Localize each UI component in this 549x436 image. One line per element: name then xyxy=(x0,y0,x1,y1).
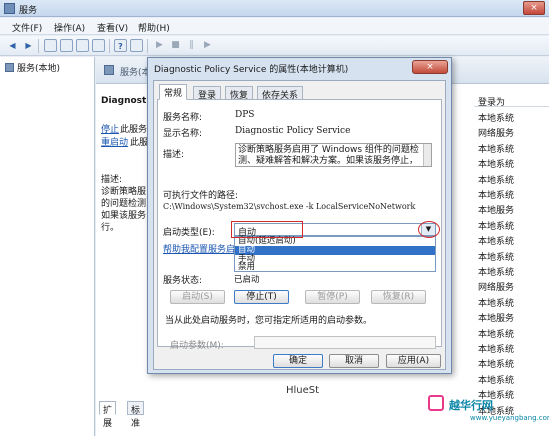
back-icon[interactable]: ◀ xyxy=(6,39,19,52)
tab-logon[interactable]: 登录 xyxy=(193,86,222,101)
description-textbox[interactable]: 诊断策略服务启用了 Windows 组件的问题检测、疑难解答和解决方案。如果该服… xyxy=(235,143,432,167)
menu-help[interactable]: 帮助(H) xyxy=(138,21,170,34)
column-header-logon-as[interactable]: 登录为 xyxy=(474,95,549,108)
tab-dependencies[interactable]: 依存关系 xyxy=(257,86,304,101)
restart-service-link[interactable]: 重启动 xyxy=(101,135,128,148)
logon-as-cell: 本地系统 xyxy=(478,375,515,386)
watermark-logo xyxy=(380,385,420,425)
logon-as-cell: 本地系统 xyxy=(478,237,515,248)
startup-type-dropdown: 自动(延迟启动) 自动 手动 禁用 xyxy=(234,236,436,272)
executable-path-value: C:\Windows\System32\svchost.exe -k Local… xyxy=(163,202,416,211)
watermark-text: HlueSt xyxy=(286,385,320,396)
watermark-url: www.yueyangbang.com xyxy=(470,414,549,422)
startup-params-hint: 当从此处启动服务时，您可指定所适用的启动参数。 xyxy=(165,316,373,326)
logon-as-cell: 网络服务 xyxy=(478,129,515,140)
services-icon xyxy=(5,63,14,72)
executable-path-label: 可执行文件的路径: xyxy=(163,191,239,201)
description-text: 诊断策略服务启用了 Windows 组件的问题检测、疑难解答和解决方案。如果该服… xyxy=(238,145,419,166)
startup-params-label: 启动参数(M): xyxy=(170,341,224,351)
description-line: 行。 xyxy=(101,223,120,233)
logon-as-cell: 本地系统 xyxy=(478,360,515,371)
logon-as-cell: 本地系统 xyxy=(478,345,515,355)
startup-option[interactable]: 禁用 xyxy=(235,263,435,272)
help-icon[interactable]: ? xyxy=(114,39,127,52)
logon-as-cell: 本地系统 xyxy=(478,298,515,309)
properties-icon[interactable] xyxy=(60,39,73,52)
logon-as-cell: 本地系统 xyxy=(478,268,515,278)
logon-as-cell: 本地系统 xyxy=(478,175,515,186)
pause-button[interactable]: 暂停(P) xyxy=(305,290,360,304)
description-label: 描述: xyxy=(163,150,185,160)
resume-button[interactable]: 恢复(R) xyxy=(371,290,426,304)
apply-button[interactable]: 应用(A) xyxy=(386,354,441,368)
toolbar-separator xyxy=(38,39,39,53)
stop-button[interactable]: 停止(T) xyxy=(234,290,289,304)
tab-recovery[interactable]: 恢复 xyxy=(225,86,254,101)
help-configure-startup-link[interactable]: 帮助我配置服务启动 xyxy=(163,242,244,255)
logon-as-cell: 本地系统 xyxy=(478,191,515,201)
menu-view[interactable]: 查看(V) xyxy=(97,21,128,34)
startup-option[interactable]: 自动(延迟启动) xyxy=(235,237,435,246)
toolbar: ◀ ▶ ? ▶ ■ ‖ ▶ xyxy=(0,36,549,56)
service-name-value: DPS xyxy=(235,110,255,120)
watermark-brand: 越华行网 xyxy=(449,399,493,412)
menu-bar: 文件(F) 操作(A) 查看(V) 帮助(H) xyxy=(0,18,549,35)
service-status-value: 已启动 xyxy=(234,275,260,285)
show-pane-icon[interactable] xyxy=(130,39,143,52)
logon-as-cell: 本地系统 xyxy=(478,114,515,124)
dialog-close-button[interactable]: × xyxy=(412,60,448,74)
tab-extended[interactable]: 扩展 xyxy=(99,401,117,429)
logon-as-cell: 本地系统 xyxy=(478,144,515,155)
dialog-body: 常规 登录 恢复 依存关系 服务名称: DPS 显示名称: Diagnostic… xyxy=(153,80,446,370)
tree-item-label: 服务(本地) xyxy=(17,64,61,74)
logon-as-cell: 本地服务 xyxy=(478,314,515,325)
watermark-badge-icon xyxy=(428,395,444,411)
startup-type-label: 启动类型(E): xyxy=(163,228,215,238)
properties-dialog: Diagnostic Policy Service 的属性(本地计算机) × 常… xyxy=(147,57,452,374)
menu-file[interactable]: 文件(F) xyxy=(12,21,42,34)
forward-icon[interactable]: ▶ xyxy=(22,39,35,52)
title-bar: 服务 × xyxy=(0,0,549,17)
start-service-icon[interactable]: ▶ xyxy=(153,39,166,52)
refresh-icon[interactable] xyxy=(76,39,89,52)
logon-as-cell: 本地系统 xyxy=(478,221,515,232)
display-name-value: Diagnostic Policy Service xyxy=(235,126,351,136)
console-tree-icon[interactable] xyxy=(44,39,57,52)
logon-as-cell: 本地系统 xyxy=(478,252,515,263)
stop-service-link[interactable]: 停止 xyxy=(101,122,119,135)
window-close-button[interactable]: × xyxy=(523,1,545,15)
service-status-label: 服务状态: xyxy=(163,276,203,286)
highlight-box xyxy=(231,221,303,238)
logon-as-cell: 网络服务 xyxy=(478,283,515,294)
cancel-button[interactable]: 取消 xyxy=(329,354,379,368)
services-icon xyxy=(104,65,114,75)
export-list-icon[interactable] xyxy=(92,39,105,52)
restart-service-icon[interactable]: ▶ xyxy=(201,39,214,52)
services-app-icon xyxy=(4,3,15,14)
logon-as-cell: 本地系统 xyxy=(478,329,515,340)
logon-as-cell: 本地系统 xyxy=(478,160,515,171)
tab-standard[interactable]: 标准 xyxy=(127,401,145,429)
pause-service-icon[interactable]: ‖ xyxy=(185,39,198,52)
stop-service-text: 此服务 xyxy=(120,125,148,135)
start-button[interactable]: 启动(S) xyxy=(170,290,225,304)
logon-as-cell: 本地服务 xyxy=(478,206,515,217)
dialog-title: Diagnostic Policy Service 的属性(本地计算机) xyxy=(154,65,349,75)
stop-service-icon[interactable]: ■ xyxy=(169,39,182,52)
startup-params-input[interactable] xyxy=(254,336,436,349)
tree-item-services-local[interactable]: 服务(本地) xyxy=(5,61,60,74)
highlight-ring xyxy=(418,221,440,238)
tab-general[interactable]: 常规 xyxy=(159,84,188,100)
service-name-label: 服务名称: xyxy=(163,113,203,123)
menu-action[interactable]: 操作(A) xyxy=(54,21,85,34)
startup-option[interactable]: 自动 xyxy=(235,246,435,255)
general-tab-page: 服务名称: DPS 显示名称: Diagnostic Policy Servic… xyxy=(157,99,442,351)
ok-button[interactable]: 确定 xyxy=(273,354,323,368)
display-name-label: 显示名称: xyxy=(163,129,203,139)
toolbar-separator xyxy=(147,39,148,53)
description-scrollbar[interactable] xyxy=(423,144,431,166)
window-title: 服务 xyxy=(19,6,38,16)
console-tree: 服务(本地) xyxy=(0,57,95,436)
toolbar-separator xyxy=(109,39,110,53)
